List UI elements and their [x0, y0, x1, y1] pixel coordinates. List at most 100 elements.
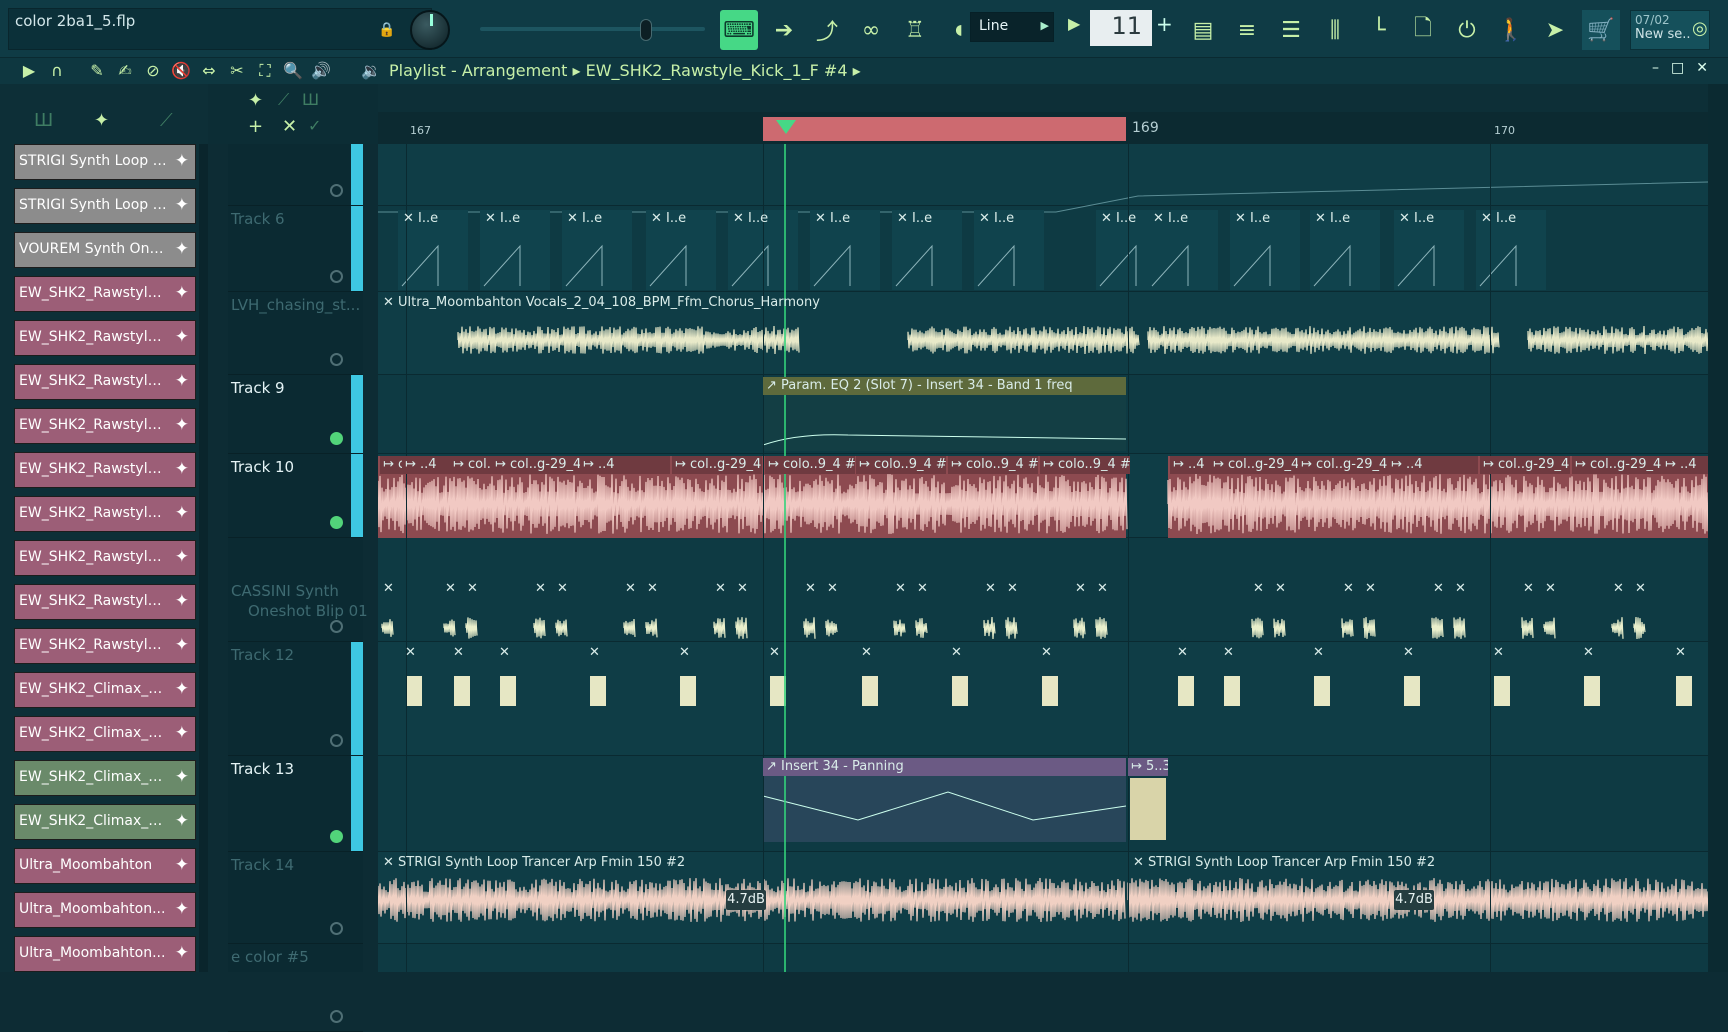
track-enable-toggle[interactable]	[330, 1010, 343, 1023]
add-icon[interactable]: +	[248, 116, 263, 137]
clip-close[interactable]: ✕	[1400, 644, 1418, 662]
select-icon[interactable]: ⛶	[254, 60, 276, 82]
clip-label[interactable]: ✕ I..e	[1150, 210, 1210, 228]
clip-close[interactable]: ✕	[1542, 580, 1560, 598]
clip-close[interactable]: ✕	[1038, 644, 1056, 662]
hit-clip[interactable]	[1494, 676, 1510, 706]
clip-label[interactable]: ✕ I..e	[812, 210, 872, 228]
automation-clip-label[interactable]: ↗ Insert 34 - Panning	[763, 758, 1126, 776]
clip-close[interactable]: ✕	[1272, 580, 1290, 598]
clip-close[interactable]: ✕	[766, 644, 784, 662]
picker-item[interactable]: STRIGI Synth Loop Tr... ✦	[14, 188, 196, 224]
clip-close[interactable]: ✕	[948, 644, 966, 662]
hit-clip[interactable]	[680, 676, 696, 706]
clip-close[interactable]: ✕	[1632, 580, 1650, 598]
hit-clip[interactable]	[454, 676, 470, 706]
piano-roll-icon[interactable]: ≡	[1228, 10, 1266, 50]
picker-item[interactable]: EW_SHK2_Climax_Ki... ✦	[14, 760, 196, 796]
play-small-icon[interactable]: ▶	[1068, 14, 1088, 40]
automation-clip-label[interactable]: ↗ Param. EQ 2 (Slot 7) - Insert 34 - Ban…	[763, 377, 1126, 395]
arrow-right-icon[interactable]: ➔	[765, 10, 803, 50]
kick-clip-label[interactable]: ↦ colo..9_4 #2	[1040, 456, 1130, 474]
track-enable-toggle[interactable]	[330, 353, 343, 366]
clip-close[interactable]: ✕	[1072, 580, 1090, 598]
picker-item[interactable]: VOUREM Synth Ones... ✦	[14, 232, 196, 268]
clip-label[interactable]: ✕ I..e	[1232, 210, 1292, 228]
clip-close[interactable]: ✕	[1310, 644, 1328, 662]
track-header[interactable]: Track 6	[228, 206, 363, 292]
hit-clip[interactable]	[500, 676, 516, 706]
track-enable-toggle[interactable]	[330, 432, 343, 445]
clip-close[interactable]: ✕	[1672, 644, 1690, 662]
slider-handle[interactable]	[640, 19, 652, 41]
picker-item[interactable]: Ultra_Moombahton... ✦	[14, 936, 196, 972]
picker-item[interactable]: EW_SHK2_Rawstyle_... ✦	[14, 364, 196, 400]
picker-item[interactable]: EW_SHK2_Rawstyle_... ✦	[14, 540, 196, 576]
playhead[interactable]	[784, 144, 786, 972]
clip-close[interactable]: ✕	[402, 644, 420, 662]
loop-region[interactable]	[763, 117, 1126, 141]
track-enable-toggle[interactable]	[330, 184, 343, 197]
clip-label[interactable]: ✕ I..e	[564, 210, 624, 228]
track-enable-toggle[interactable]	[330, 830, 343, 843]
small-clip-label[interactable]: ↦ 5..3	[1128, 758, 1168, 776]
hit-clip[interactable]	[1404, 676, 1420, 706]
clip-close[interactable]: ✕	[1220, 644, 1238, 662]
kick-clip-label[interactable]: ↦ colo..9_4 #2	[948, 456, 1038, 474]
clip-label[interactable]: ✕ I..e	[1312, 210, 1372, 228]
kick-clip-label[interactable]: ↦ ..4	[1388, 456, 1478, 474]
zoom-icon[interactable]: 🔍	[282, 60, 304, 82]
vocal-clip-label[interactable]: ✕ Ultra_Moombahton Vocals_2_04_108_BPM_F…	[380, 294, 1080, 312]
clip-close[interactable]: ✕	[532, 580, 550, 598]
pattern-icon[interactable]: Ш	[302, 90, 319, 109]
kick-clip-label[interactable]: ↦ col..g-29_4	[1480, 456, 1570, 474]
clip-close[interactable]: ✕	[1362, 580, 1380, 598]
track-header[interactable]: Track 13	[228, 756, 363, 852]
kick-clip-label[interactable]: ↦ col..g-29_4	[1572, 456, 1662, 474]
clip-close[interactable]: ✕	[1174, 644, 1192, 662]
automation-icon[interactable]: ⟋	[278, 90, 289, 110]
audio-clip-icon[interactable]: ✦	[248, 90, 263, 111]
snap-select[interactable]: Line ▶	[970, 12, 1054, 42]
clip-close[interactable]: ✕	[1340, 580, 1358, 598]
clip-close[interactable]: ✕	[858, 644, 876, 662]
hit-clip[interactable]	[1042, 676, 1058, 706]
pencil-icon[interactable]: ✎	[86, 60, 108, 82]
link-icon[interactable]: ∞	[852, 10, 890, 50]
cart-icon[interactable]: 🛒	[1582, 10, 1620, 50]
clip-close[interactable]: ✕	[1430, 580, 1448, 598]
picker-item[interactable]: EW_SHK2_Rawstyle_... ✦	[14, 628, 196, 664]
hit-clip[interactable]	[1224, 676, 1240, 706]
hit-clip[interactable]	[406, 676, 422, 706]
picker-item[interactable]: STRIGI Synth Loop Tr... ✦	[14, 144, 196, 180]
clip-label[interactable]: ✕ I..e	[1396, 210, 1456, 228]
track-enable-toggle[interactable]	[330, 620, 343, 633]
kick-clip-label[interactable]: ↦ col..g-29_4	[1298, 456, 1388, 474]
picker-item[interactable]: EW_SHK2_Climax_Ki... ✦	[14, 716, 196, 752]
kick-clip-label[interactable]: ↦ ..4	[1662, 456, 1708, 474]
clip-close[interactable]: ✕	[892, 580, 910, 598]
clip-close[interactable]: ✕	[712, 580, 730, 598]
picker-item[interactable]: EW_SHK2_Rawstyle_... ✦	[14, 408, 196, 444]
audio-picker-icon[interactable]: ✦	[94, 110, 109, 131]
window-controls[interactable]: –□✕	[1652, 60, 1720, 76]
clip-label[interactable]: ✕ I..e	[648, 210, 708, 228]
picker-item[interactable]: EW_SHK2_Rawstyle_... ✦	[14, 276, 196, 312]
strigi-clip-label[interactable]: ✕ STRIGI Synth Loop Trancer Arp Fmin 150…	[1130, 854, 1690, 872]
clip-close[interactable]: ✕	[442, 580, 460, 598]
picker-item[interactable]: EW_SHK2_Rawstyle_... ✦	[14, 320, 196, 356]
song-position-marker[interactable]	[776, 120, 796, 134]
track-enable-toggle[interactable]	[330, 734, 343, 747]
channel-rack-icon[interactable]: ☰	[1272, 10, 1310, 50]
track-header[interactable]: Track 12	[228, 642, 363, 756]
magnet-icon[interactable]: ∩	[46, 60, 68, 82]
master-pitch-slider[interactable]	[480, 27, 705, 31]
clip-close[interactable]: ✕	[1610, 580, 1628, 598]
clip-close[interactable]: ✕	[1452, 580, 1470, 598]
send-icon[interactable]: ➤	[1536, 10, 1574, 50]
kick-clip-label[interactable]: ↦ ..4	[580, 456, 670, 474]
clip-close[interactable]: ✕	[496, 644, 514, 662]
slip-icon[interactable]: ⇔	[198, 60, 220, 82]
clip-close[interactable]: ✕	[802, 580, 820, 598]
clip-close[interactable]: ✕	[676, 644, 694, 662]
